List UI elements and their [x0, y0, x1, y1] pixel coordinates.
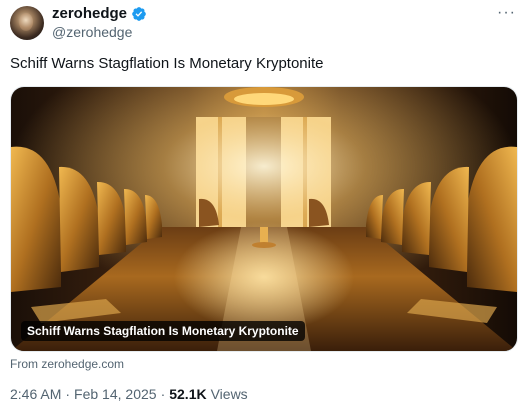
link-card[interactable]: Schiff Warns Stagflation Is Monetary Kry… — [10, 86, 518, 352]
views-count: 52.1K — [169, 386, 207, 402]
card-image — [11, 87, 517, 351]
more-options-icon[interactable]: ··· — [497, 4, 516, 22]
card-title-overlay: Schiff Warns Stagflation Is Monetary Kry… — [21, 321, 305, 341]
tweet-meta: 2:46 AM · Feb 14, 2025 · 52.1K Views — [10, 386, 248, 402]
meta-separator: · — [160, 386, 166, 402]
views-label: Views — [210, 386, 248, 402]
card-source[interactable]: From zerohedge.com — [10, 357, 124, 371]
author-handle[interactable]: @zerohedge — [52, 24, 132, 40]
tweet-text: Schiff Warns Stagflation Is Monetary Kry… — [10, 55, 324, 72]
author-avatar[interactable] — [10, 6, 44, 40]
meta-separator: · — [65, 386, 71, 402]
verified-badge-icon — [132, 6, 146, 21]
author-name-row: zerohedge — [52, 5, 147, 22]
tweet-time[interactable]: 2:46 AM — [10, 386, 61, 402]
author-display-name[interactable]: zerohedge — [52, 5, 127, 22]
tweet-date[interactable]: Feb 14, 2025 — [74, 386, 157, 402]
